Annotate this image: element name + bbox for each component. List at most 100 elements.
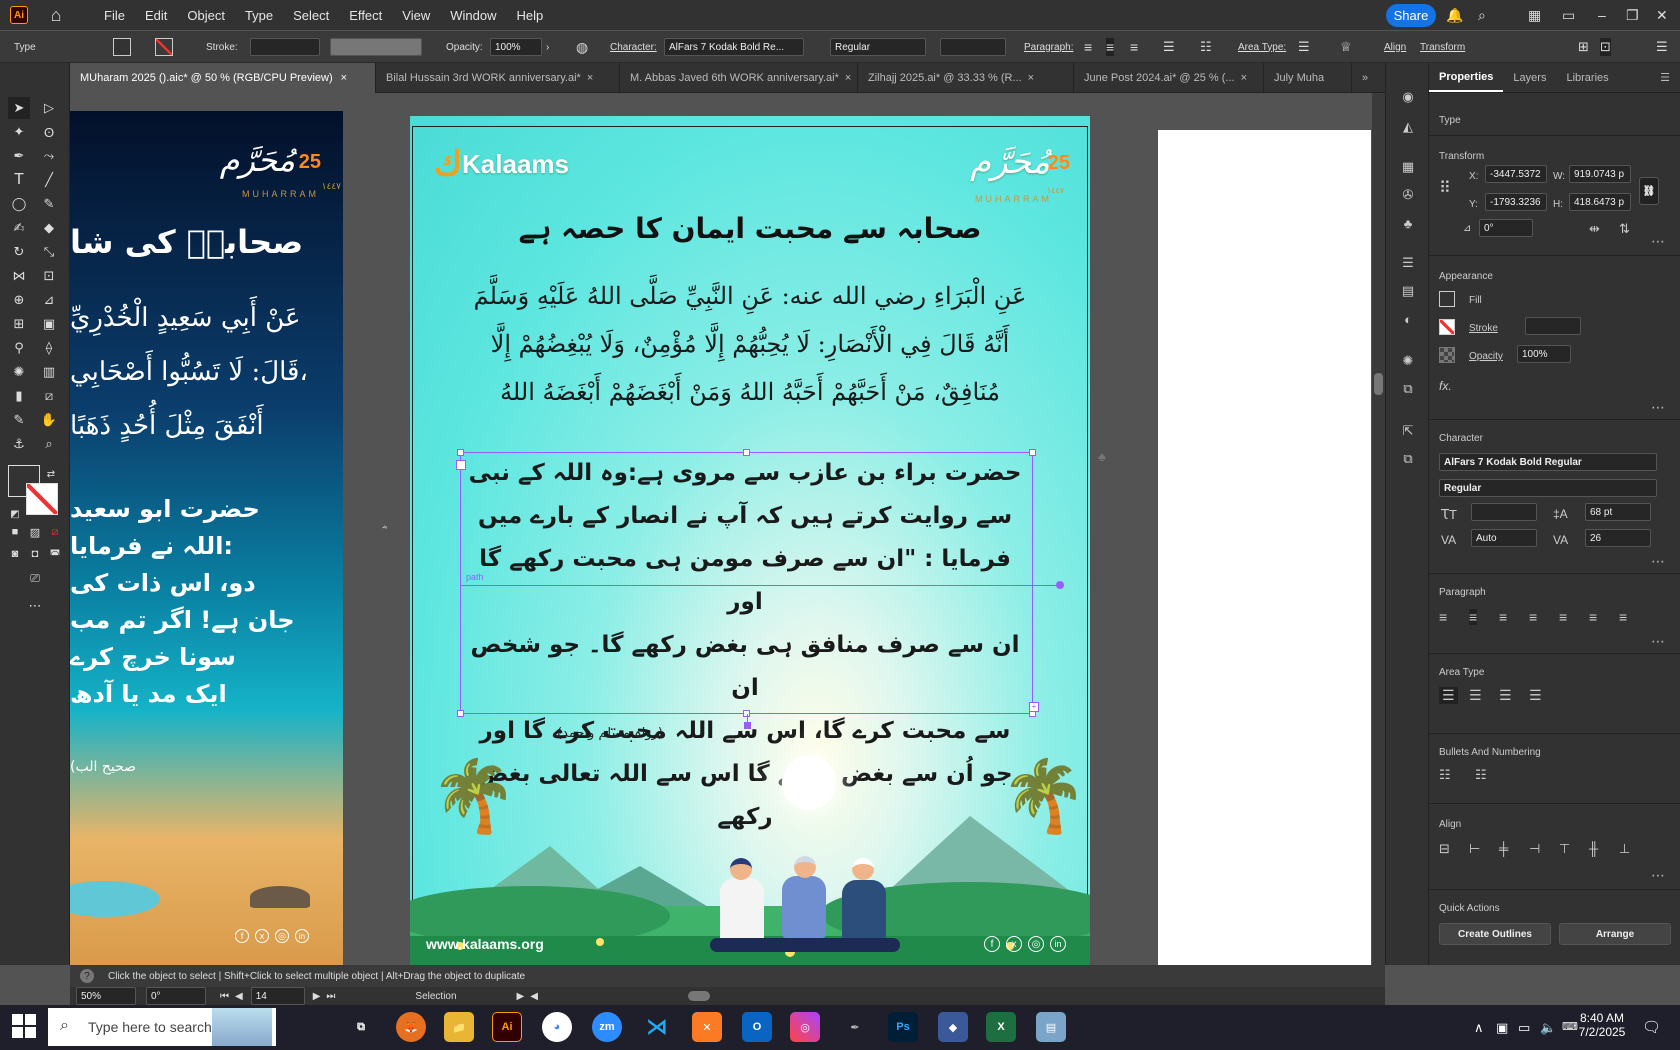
tab-muharram-2025[interactable]: MUharam 2025 ().aic* @ 50 % (RGB/CPU Pre…: [70, 63, 376, 93]
fx-icon[interactable]: fx.: [1439, 379, 1452, 393]
appearance-panel-icon[interactable]: ✺: [1398, 351, 1418, 371]
para-justify-center-icon[interactable]: ≡: [1559, 609, 1567, 625]
resize-handle[interactable]: [743, 449, 750, 456]
area-bottom-icon[interactable]: ☰: [1499, 687, 1512, 704]
transform-more-icon[interactable]: ⋯: [1651, 233, 1666, 250]
tab-libraries[interactable]: Libraries: [1556, 63, 1618, 92]
control-menu-icon[interactable]: ☰: [1656, 38, 1668, 56]
volume-icon[interactable]: 🔈: [1540, 1020, 1556, 1036]
gradient-tool-icon[interactable]: ▣: [38, 313, 60, 335]
tab-properties[interactable]: Properties: [1429, 63, 1504, 92]
transform-label[interactable]: Transform: [1420, 38, 1465, 56]
area-center-icon[interactable]: ☰: [1469, 687, 1482, 704]
align-right-icon[interactable]: ≡: [1130, 38, 1138, 56]
symbol-sprayer-icon[interactable]: ✺: [8, 361, 30, 383]
flip-horizontal-icon[interactable]: ⇹: [1589, 221, 1600, 237]
minimize-icon[interactable]: –: [1598, 0, 1606, 30]
menu-effect[interactable]: Effect: [339, 8, 392, 23]
panel-font-family[interactable]: AlFars 7 Kodak Bold Regular: [1439, 453, 1657, 471]
para-align-left-icon[interactable]: ≡: [1439, 609, 1447, 625]
para-justify-left-icon[interactable]: ≡: [1529, 609, 1537, 625]
font-size-field[interactable]: [940, 38, 1006, 56]
bullets-panel-icon[interactable]: ☷: [1439, 767, 1451, 783]
eraser-icon[interactable]: ◆: [38, 217, 60, 239]
zoom-tool-icon[interactable]: ⌕: [38, 433, 60, 455]
panel-menu-icon[interactable]: ☰: [1650, 63, 1680, 92]
left-artboard[interactable]: مُحَرَّم 25 MUHARRAM ١٤٤٧ صحابہؓ کی شا ع…: [70, 111, 343, 967]
align-left-objects-icon[interactable]: ⊢: [1469, 841, 1480, 857]
tab-abbas-javed[interactable]: M. Abbas Javed 6th WORK anniversary.ai* ×: [620, 63, 858, 93]
hand-tool-icon[interactable]: ✋: [38, 409, 60, 431]
symbols-icon[interactable]: ♣: [1398, 213, 1418, 233]
align-center-icon[interactable]: ≡: [1106, 38, 1115, 56]
arrange-button[interactable]: Arrange: [1559, 923, 1671, 945]
shaper-tool-icon[interactable]: ✍: [8, 217, 30, 239]
color-mode-icon[interactable]: ■: [4, 521, 26, 543]
bar-graph-icon[interactable]: ▮: [8, 385, 30, 407]
align-top-objects-icon[interactable]: ⊤: [1559, 841, 1570, 857]
help-icon[interactable]: ?: [80, 969, 94, 983]
flip-vertical-icon[interactable]: ⇅: [1619, 221, 1630, 237]
para-align-center-icon[interactable]: ≡: [1469, 609, 1478, 625]
zoom-field[interactable]: 50%: [76, 987, 136, 1005]
numbering-icon[interactable]: ☷: [1200, 38, 1212, 56]
first-artboard-icon[interactable]: ⏮: [220, 991, 229, 1002]
tab-bilal-hussain[interactable]: Bilal Hussain 3rd WORK anniversary.ai* ×: [376, 63, 620, 93]
align-more-icon[interactable]: ⋯: [1651, 867, 1666, 884]
bullets-icon[interactable]: ☰: [1163, 38, 1175, 56]
slice-tool-icon[interactable]: ⧄: [38, 385, 60, 407]
graphic-styles-icon[interactable]: ⧉: [1398, 379, 1418, 399]
panel-font-style[interactable]: Regular: [1439, 479, 1657, 497]
color-panel-icon[interactable]: ◉: [1398, 87, 1418, 107]
brushes-icon[interactable]: ✇: [1398, 185, 1418, 205]
line-tool-icon[interactable]: ╱: [38, 169, 60, 191]
column-graph-icon[interactable]: ▥: [38, 361, 60, 383]
edit-toolbar-icon[interactable]: ⋯: [24, 595, 46, 617]
perspective-grid-icon[interactable]: ⊿: [38, 289, 60, 311]
panel-tracking[interactable]: 26: [1585, 529, 1651, 547]
gradient-panel-icon[interactable]: ▤: [1398, 281, 1418, 301]
restore-icon[interactable]: ❐: [1626, 0, 1639, 30]
recolor-icon[interactable]: ◍: [576, 38, 588, 56]
area-type-label[interactable]: Area Type:: [1238, 38, 1286, 56]
panel-font-size[interactable]: [1471, 503, 1537, 521]
ellipse-tool-icon[interactable]: ◯: [8, 193, 30, 215]
export-icon[interactable]: ⇱: [1398, 421, 1418, 441]
tab-july-muharram[interactable]: July Muha: [1264, 63, 1352, 93]
rotate-tool-icon[interactable]: ↻: [8, 241, 30, 263]
tab-zilhajj-2025[interactable]: Zilhajj 2025.ai* @ 33.33 % (R... ×: [858, 63, 1074, 93]
menu-object[interactable]: Object: [177, 8, 235, 23]
stroke-label-panel[interactable]: Stroke: [1469, 323, 1498, 334]
mesh-tool-icon[interactable]: ⊞: [8, 313, 30, 335]
artboards-icon[interactable]: ⧉: [1398, 449, 1418, 469]
right-artboard[interactable]: [1158, 130, 1371, 968]
more-tabs-icon[interactable]: »: [1352, 63, 1384, 93]
creative-cloud-icon[interactable]: ◎: [790, 1012, 820, 1042]
eyedropper-icon[interactable]: ⚲: [8, 337, 30, 359]
reference-point-icon[interactable]: ⠿: [1439, 178, 1451, 198]
text-selection-box[interactable]: [460, 452, 1033, 714]
para-align-right-icon[interactable]: ≡: [1499, 609, 1507, 625]
opacity-field[interactable]: 100%: [490, 38, 542, 56]
fill-swatch-panel[interactable]: [1439, 291, 1455, 307]
shape-builder-icon[interactable]: ⊕: [8, 289, 30, 311]
horizontal-scroll-thumb[interactable]: [687, 991, 710, 1001]
pen-app-icon[interactable]: ✒: [840, 1012, 870, 1042]
type-tool-icon[interactable]: T: [8, 169, 30, 191]
stroke-weight-field[interactable]: [250, 38, 320, 56]
paragraph-label[interactable]: Paragraph:: [1024, 38, 1073, 56]
firefox-icon[interactable]: 🦊: [396, 1012, 426, 1042]
draw-normal-icon[interactable]: ◙: [4, 543, 26, 565]
area-justify-icon[interactable]: ☰: [1529, 687, 1542, 704]
artboard-number-field[interactable]: 14: [250, 987, 305, 1005]
illustrator-app-icon[interactable]: Ai: [10, 6, 28, 24]
arrange-docs-icon[interactable]: ▭: [1562, 0, 1575, 30]
tab-june-post[interactable]: June Post 2024.ai* @ 25 % (... ×: [1074, 63, 1264, 93]
chrome-icon[interactable]: ◕: [542, 1012, 572, 1042]
w-field[interactable]: 919.0743 p: [1569, 165, 1631, 183]
para-justify-all-icon[interactable]: ≡: [1619, 609, 1627, 625]
rotate-view-field[interactable]: 0°: [146, 987, 206, 1005]
image-trace-icon[interactable]: ◭: [1398, 117, 1418, 137]
none-mode-icon[interactable]: ⧄: [44, 521, 66, 543]
variable-width-field[interactable]: [330, 38, 422, 56]
